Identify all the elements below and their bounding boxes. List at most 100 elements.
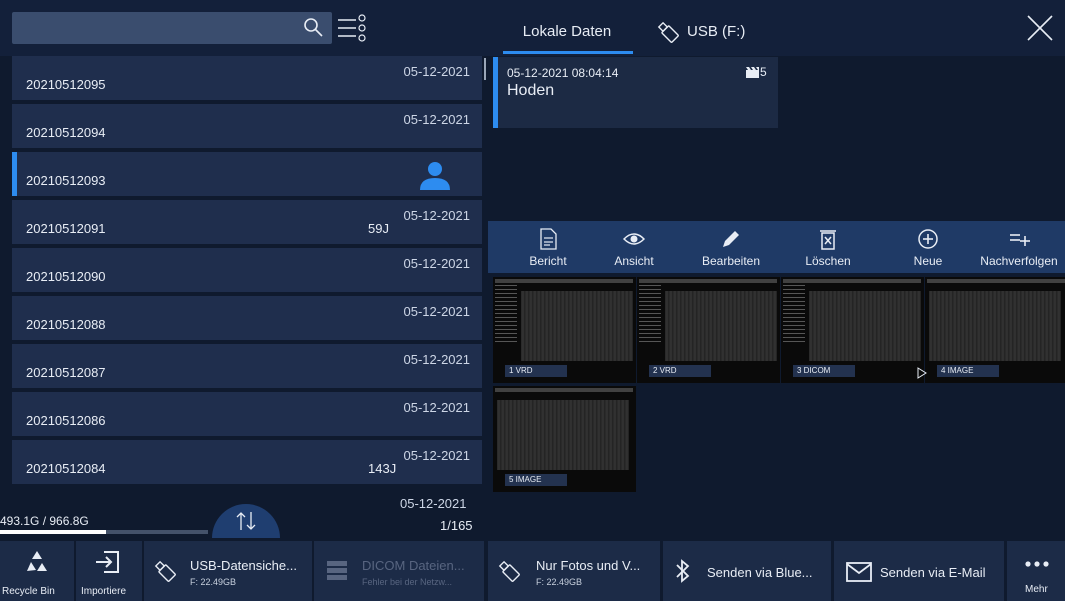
edit-label: Bearbeiten bbox=[701, 254, 761, 268]
close-icon[interactable] bbox=[1024, 12, 1056, 44]
image-thumbnail[interactable]: 3 DICOM bbox=[781, 277, 924, 383]
image-label: 4 IMAGE bbox=[937, 365, 999, 377]
recycle-bin-button[interactable]: Recycle Bin bbox=[0, 541, 74, 601]
exam-id: 20210512090 bbox=[26, 269, 106, 284]
tab-usb[interactable]: USB (F:) bbox=[655, 0, 745, 52]
exam-row[interactable]: 05-12-2021 20210512087 bbox=[12, 344, 482, 388]
exam-id: 20210512088 bbox=[26, 317, 106, 332]
bluetooth-label: Senden via Blue... bbox=[707, 565, 813, 580]
image-label: 5 IMAGE bbox=[505, 474, 567, 486]
exam-row[interactable]: 05-12-2021 20210512094 bbox=[12, 104, 482, 148]
clapperboard-icon bbox=[746, 67, 759, 78]
exam-id: 20210512093 bbox=[26, 173, 106, 188]
report-label: Bericht bbox=[529, 254, 567, 268]
exam-row[interactable]: 05-12-2021 20210512090 bbox=[12, 248, 482, 292]
exam-id: 20210512091 bbox=[26, 221, 106, 236]
play-icon[interactable] bbox=[917, 367, 927, 379]
active-tab-indicator bbox=[503, 51, 633, 54]
bluetooth-button[interactable]: Senden via Blue... bbox=[663, 541, 831, 601]
tab-local-data[interactable]: Lokale Daten bbox=[503, 0, 631, 52]
more-button[interactable]: Mehr bbox=[1007, 541, 1065, 601]
exam-row[interactable]: 05-12-2021 20210512091 59J bbox=[12, 200, 482, 244]
import-icon bbox=[96, 551, 119, 573]
ultrasound-image bbox=[665, 291, 777, 361]
list-scrollbar[interactable] bbox=[484, 58, 486, 80]
usb-backup-button[interactable]: USB-Datensiche... F: 22.49GB bbox=[144, 541, 312, 601]
image-thumbnail[interactable]: 1 VRD bbox=[493, 277, 636, 383]
thumbnail-sidebar bbox=[783, 285, 805, 345]
search-input[interactable] bbox=[12, 12, 332, 44]
exam-list: 05-12-2021 20210512095 05-12-2021 202105… bbox=[12, 56, 482, 516]
exam-id: 20210512084 bbox=[26, 461, 106, 476]
exam-datetime: 05-12-2021 08:04:14 bbox=[507, 66, 619, 80]
exam-row[interactable]: 05-12-2021 20210512088 bbox=[12, 296, 482, 340]
eye-icon bbox=[623, 233, 645, 245]
exam-card[interactable]: 05-12-2021 08:04:14 Hoden 5 bbox=[493, 57, 778, 128]
import-label: Importiere bbox=[81, 586, 127, 597]
email-button[interactable]: Senden via E-Mail bbox=[834, 541, 1004, 601]
import-button[interactable]: Importiere bbox=[76, 541, 142, 601]
image-label: 3 DICOM bbox=[793, 365, 855, 377]
user-icon bbox=[420, 162, 450, 190]
list-filter-icon[interactable] bbox=[336, 12, 368, 44]
tab-local-data-label: Lokale Daten bbox=[522, 23, 612, 40]
exam-row[interactable]: 05-12-2021 20210512086 bbox=[12, 392, 482, 436]
follow-up-label: Nachverfolgen bbox=[980, 254, 1058, 268]
search-icon[interactable] bbox=[302, 16, 326, 40]
delete-icon bbox=[820, 230, 836, 250]
exam-card-accent bbox=[493, 57, 498, 128]
email-icon bbox=[846, 562, 872, 582]
recycle-bin-label: Recycle Bin bbox=[2, 586, 55, 597]
delete-button[interactable]: Löschen bbox=[783, 221, 873, 273]
exam-row-selected[interactable]: 20210512093 bbox=[12, 152, 482, 196]
image-thumbnail[interactable]: 5 IMAGE bbox=[493, 386, 636, 492]
exam-id: 20210512087 bbox=[26, 365, 106, 380]
follow-up-button[interactable]: Nachverfolgen bbox=[973, 221, 1065, 273]
recycle-icon bbox=[27, 551, 47, 571]
exam-date: 05-12-2021 bbox=[403, 208, 471, 223]
exam-date: 05-12-2021 bbox=[403, 400, 471, 415]
view-label: Ansicht bbox=[614, 254, 654, 268]
ultrasound-image bbox=[929, 291, 1061, 361]
exam-date: 05-12-2021 bbox=[403, 352, 471, 367]
exam-id: 20210512094 bbox=[26, 125, 106, 140]
page-count: 1/165 bbox=[440, 518, 473, 533]
action-toolbar: Bericht Ansicht Bearbeiten Löschen Neue bbox=[488, 221, 1065, 273]
photos-only-button[interactable]: Nur Fotos und V... F: 22.49GB bbox=[488, 541, 660, 601]
exam-row[interactable]: 05-12-2021 20210512095 bbox=[12, 56, 482, 100]
more-icon bbox=[1025, 561, 1049, 567]
dicom-button[interactable]: DICOM Dateien... Fehler bei der Netzw... bbox=[314, 541, 484, 601]
dicom-sub: Fehler bei der Netzw... bbox=[362, 577, 453, 587]
delete-label: Löschen bbox=[805, 254, 851, 268]
exam-title: Hoden bbox=[507, 82, 555, 99]
storage-bar bbox=[0, 530, 208, 534]
thumbnail-header bbox=[783, 279, 921, 283]
usb-backup-sub: F: 22.49GB bbox=[190, 577, 237, 587]
storage-bar-fill bbox=[0, 530, 107, 534]
exam-date: 05-12-2021 bbox=[403, 64, 471, 79]
view-button[interactable]: Ansicht bbox=[591, 221, 677, 273]
new-button[interactable]: Neue bbox=[883, 221, 973, 273]
exam-id: 20210512086 bbox=[26, 413, 106, 428]
report-button[interactable]: Bericht bbox=[488, 221, 608, 273]
edit-button[interactable]: Bearbeiten bbox=[688, 221, 774, 273]
usb-backup-label: USB-Datensiche... bbox=[190, 558, 297, 573]
exam-row[interactable]: 05-12-2021 20210512084 143J bbox=[12, 440, 482, 484]
image-thumbnail[interactable]: 4 IMAGE bbox=[917, 277, 1065, 383]
image-label: 1 VRD bbox=[505, 365, 567, 377]
thumbnail-sidebar bbox=[495, 285, 517, 345]
patient-age: 143J bbox=[368, 461, 397, 476]
new-label: Neue bbox=[913, 254, 943, 268]
ultrasound-image bbox=[809, 291, 921, 361]
usb-icon bbox=[657, 21, 679, 43]
exam-id: 20210512095 bbox=[26, 77, 106, 92]
image-label: 2 VRD bbox=[649, 365, 711, 377]
storage-usage: 493.1G / 966.8G bbox=[0, 514, 89, 528]
patient-age: 59J bbox=[368, 221, 389, 236]
photos-only-label: Nur Fotos und V... bbox=[536, 558, 641, 573]
thumbnail-header bbox=[495, 279, 633, 283]
thumbnail-header bbox=[495, 388, 633, 392]
sort-icon bbox=[236, 512, 256, 530]
image-thumbnail[interactable]: 2 VRD bbox=[637, 277, 780, 383]
exam-date: 05-12-2021 bbox=[400, 496, 467, 511]
